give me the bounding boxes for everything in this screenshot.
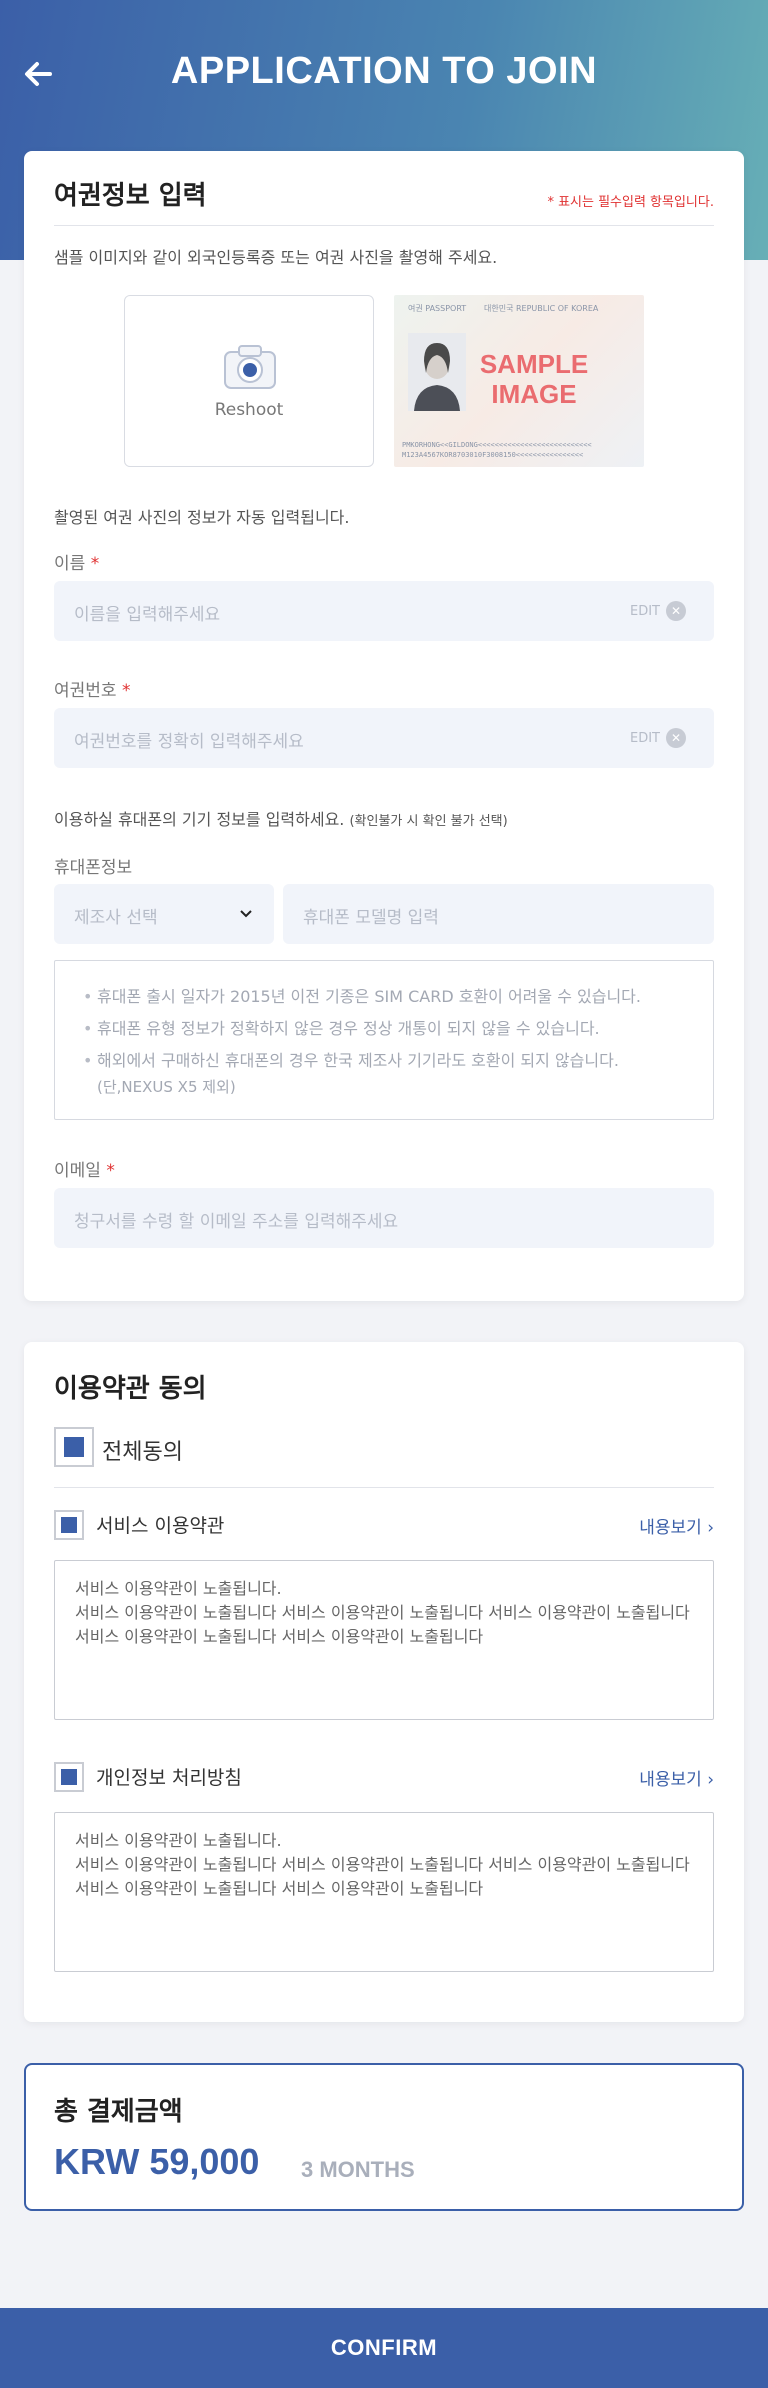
required-note: * 표시는 필수입력 항목입니다.	[547, 195, 714, 210]
notice-item: 해외에서 구매하신 휴대폰의 경우 한국 제조사 기기라도 호환이 되지 않습니…	[83, 1045, 693, 1097]
privacy-policy-view-link[interactable]: 내용보기 ›	[639, 1765, 714, 1790]
sample-country: 대한민국 REPUBLIC OF KOREA	[484, 304, 599, 313]
photo-instruction: 샘플 이미지와 같이 외국인등록증 또는 여권 사진을 촬영해 주세요.	[54, 248, 498, 267]
total-payment-box: 총 결제금액 KRW 59,000 3 MONTHS	[24, 2063, 744, 2211]
clear-icon[interactable]: ✕	[666, 601, 686, 621]
email-label: 이메일 *	[54, 1161, 115, 1181]
name-label: 이름 *	[54, 554, 100, 574]
sample-watermark: SAMPLE IMAGE	[479, 349, 589, 409]
edit-control[interactable]: EDIT ✕	[630, 601, 686, 621]
sample-passport-image: 여권 PASSPORT 대한민국 REPUBLIC OF KOREA SAMPL…	[394, 295, 644, 467]
service-terms-view-link[interactable]: 내용보기 ›	[639, 1513, 714, 1538]
clear-icon[interactable]: ✕	[666, 728, 686, 748]
section-title: 여권정보 입력	[54, 181, 207, 211]
sample-mrz-line-1: PMKORHONG<<GILDONG<<<<<<<<<<<<<<<<<<<<<<…	[402, 441, 592, 449]
passport-number-field[interactable]: 여권번호를 정확히 입력해주세요 EDIT ✕	[54, 708, 714, 768]
divider	[54, 225, 714, 226]
camera-icon	[224, 345, 276, 389]
name-field[interactable]: 이름을 입력해주세요 EDIT ✕	[54, 581, 714, 641]
subscription-period: 3 MONTHS	[301, 2157, 415, 2182]
divider	[54, 1487, 714, 1488]
passport-info-card: 여권정보 입력 * 표시는 필수입력 항목입니다. 샘플 이미지와 같이 외국인…	[24, 151, 744, 1301]
privacy-policy-box[interactable]: 서비스 이용약관이 노출됩니다. 서비스 이용약관이 노출됩니다 서비스 이용약…	[54, 1812, 714, 1972]
chevron-right-icon: ›	[707, 1770, 714, 1790]
sample-mrz-line-2: M123A4567KOR8703010F3008150<<<<<<<<<<<<<…	[402, 451, 584, 459]
chevron-down-icon	[240, 910, 252, 918]
device-instruction: 이용하실 휴대폰의 기기 정보를 입력하세요. (확인불가 시 확인 불가 선택…	[54, 810, 508, 829]
edit-control[interactable]: EDIT ✕	[630, 728, 686, 748]
phone-model-input[interactable]: 휴대폰 모델명 입력	[283, 884, 714, 944]
agree-all-checkbox[interactable]	[54, 1427, 94, 1467]
agree-all-label: 전체동의	[102, 1440, 183, 1465]
email-placeholder: 청구서를 수령 할 이메일 주소를 입력해주세요	[74, 1212, 399, 1232]
passport-number-placeholder: 여권번호를 정확히 입력해주세요	[74, 732, 304, 752]
privacy-policy-checkbox[interactable]	[54, 1762, 84, 1792]
privacy-policy-label: 개인정보 처리방침	[96, 1767, 242, 1789]
email-field[interactable]: 청구서를 수령 할 이메일 주소를 입력해주세요	[54, 1188, 714, 1248]
sample-header: 여권 PASSPORT	[408, 304, 467, 313]
reshoot-button[interactable]: Reshoot	[124, 295, 374, 467]
service-terms-label: 서비스 이용약관	[96, 1515, 225, 1537]
notice-item: 휴대폰 출시 일자가 2015년 이전 기종은 SIM CARD 호환이 어려울…	[83, 981, 693, 1013]
confirm-button[interactable]: CONFIRM	[0, 2308, 768, 2388]
total-amount: KRW 59,000	[54, 2141, 260, 2182]
total-title: 총 결제금액	[54, 2097, 183, 2127]
device-notice-box: 휴대폰 출시 일자가 2015년 이전 기종은 SIM CARD 호환이 어려울…	[54, 960, 714, 1120]
terms-title: 이용약관 동의	[54, 1374, 207, 1404]
notice-item: 휴대폰 유형 정보가 정확하지 않은 경우 정상 개통이 되지 않을 수 있습니…	[83, 1013, 693, 1045]
name-placeholder: 이름을 입력해주세요	[74, 605, 221, 625]
service-terms-checkbox[interactable]	[54, 1510, 84, 1540]
manufacturer-select[interactable]: 제조사 선택	[54, 884, 274, 944]
page-title: APPLICATION TO JOIN	[170, 50, 598, 92]
terms-card: 이용약관 동의 전체동의 서비스 이용약관 내용보기 › 서비스 이용약관이 노…	[24, 1342, 744, 2022]
sample-portrait	[408, 333, 466, 411]
chevron-right-icon: ›	[707, 1518, 714, 1538]
reshoot-label: Reshoot	[214, 400, 284, 420]
auto-fill-note: 촬영된 여권 사진의 정보가 자동 입력됩니다.	[54, 508, 350, 527]
device-label: 휴대폰정보	[54, 858, 133, 878]
passport-number-label: 여권번호 *	[54, 681, 131, 701]
service-terms-box[interactable]: 서비스 이용약관이 노출됩니다. 서비스 이용약관이 노출됩니다 서비스 이용약…	[54, 1560, 714, 1720]
